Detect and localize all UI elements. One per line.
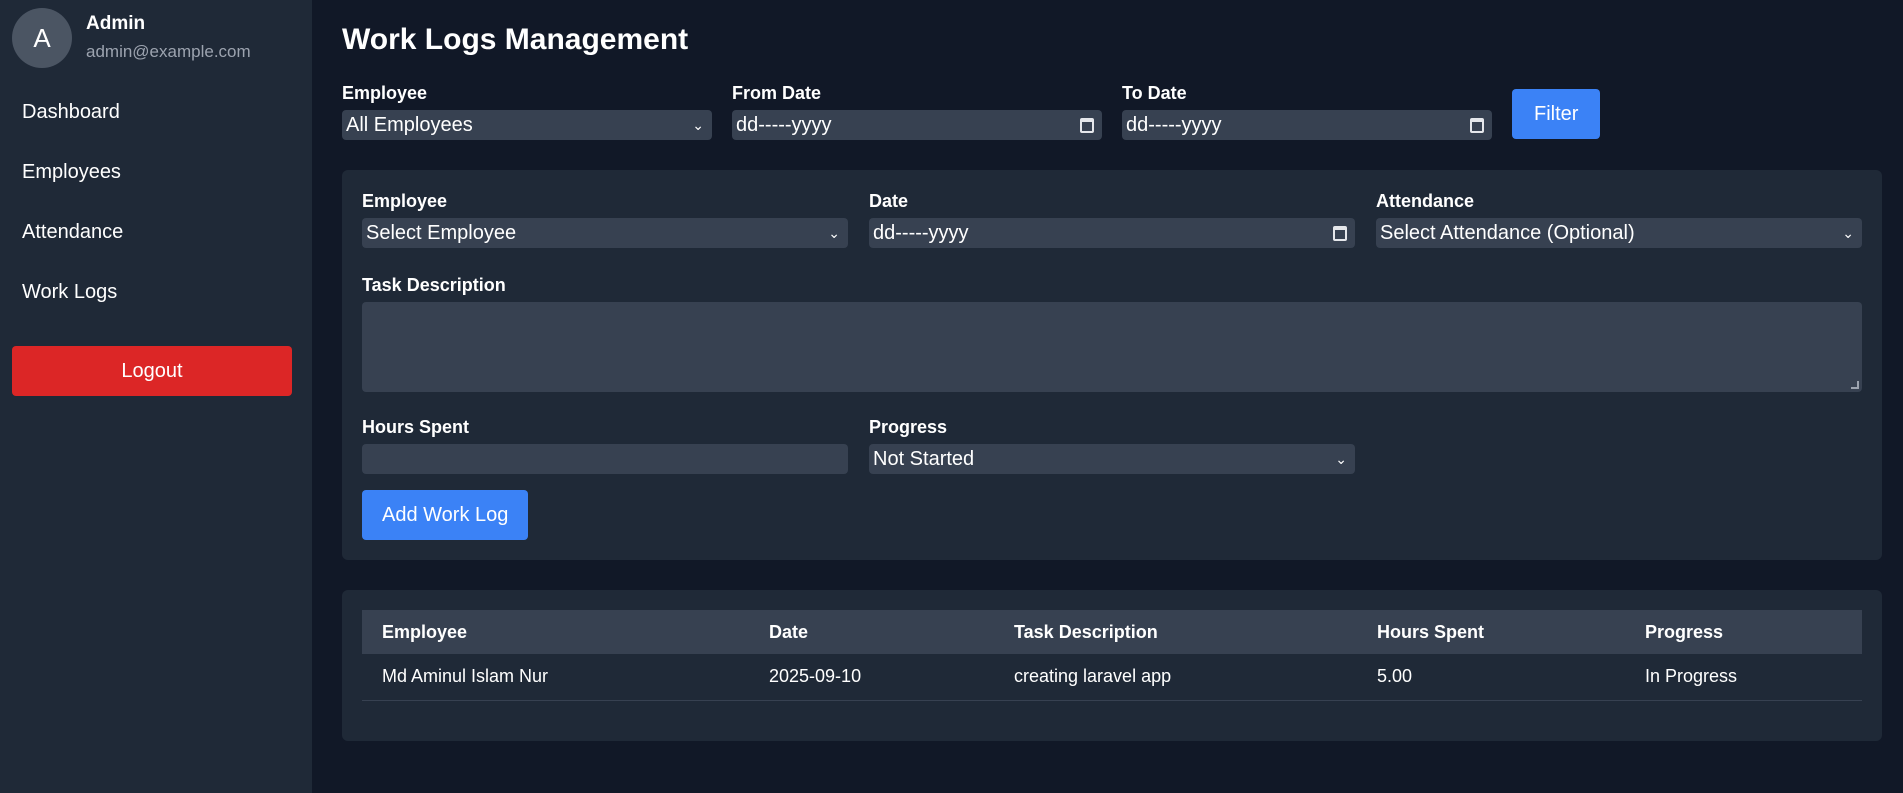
chevron-down-icon: ⌄ bbox=[692, 116, 704, 133]
sidebar: A Admin admin@example.com Dashboard Empl… bbox=[0, 0, 312, 793]
form-date-group: Date dd-----yyyy bbox=[869, 190, 1355, 248]
form-attendance-value: Select Attendance (Optional) bbox=[1380, 221, 1635, 244]
profile-name: Admin bbox=[86, 13, 146, 34]
form-progress-group: Progress Not Started ⌄ bbox=[869, 416, 1355, 474]
main-content: Work Logs Management Employee All Employ… bbox=[312, 0, 1903, 793]
cell-hours: 5.00 bbox=[1357, 654, 1625, 701]
hours-spent-label: Hours Spent bbox=[362, 417, 470, 437]
form-date-input[interactable]: dd-----yyyy bbox=[869, 218, 1355, 248]
work-logs-table: Employee Date Task Description Hours Spe… bbox=[362, 610, 1862, 701]
form-date-value: dd-----yyyy bbox=[873, 221, 969, 244]
filter-employee-select[interactable]: All Employees ⌄ bbox=[342, 110, 712, 140]
avatar: A bbox=[12, 8, 72, 68]
chevron-down-icon: ⌄ bbox=[1842, 224, 1854, 241]
form-employee-select[interactable]: Select Employee ⌄ bbox=[362, 218, 848, 248]
form-date-label: Date bbox=[869, 191, 909, 211]
column-header-hours: Hours Spent bbox=[1377, 621, 1485, 642]
form-employee-label: Employee bbox=[362, 191, 448, 211]
filter-employee-label: Employee bbox=[342, 83, 428, 103]
filter-to-label: To Date bbox=[1122, 83, 1187, 103]
filter-from-date-input[interactable]: dd-----yyyy bbox=[732, 110, 1102, 140]
form-row-top: Employee Select Employee ⌄ Date dd-----y… bbox=[362, 190, 1862, 248]
progress-value: Not Started bbox=[873, 447, 975, 470]
form-hours-group: Hours Spent bbox=[362, 416, 848, 474]
calendar-icon[interactable] bbox=[1470, 117, 1484, 133]
sidebar-item-employees[interactable]: Employees bbox=[12, 142, 300, 202]
resize-handle-icon[interactable] bbox=[1851, 381, 1859, 389]
form-attendance-select[interactable]: Select Attendance (Optional) ⌄ bbox=[1376, 218, 1862, 248]
filter-to-date-input[interactable]: dd-----yyyy bbox=[1122, 110, 1492, 140]
task-description-group: Task Description bbox=[362, 274, 1862, 392]
cell-date: 2025-09-10 bbox=[749, 654, 994, 701]
progress-label: Progress bbox=[869, 417, 948, 437]
form-employee-group: Employee Select Employee ⌄ bbox=[362, 190, 848, 248]
page-title: Work Logs Management bbox=[342, 23, 689, 56]
task-description-label: Task Description bbox=[362, 275, 506, 295]
form-row-bottom: Hours Spent Progress Not Started ⌄ bbox=[362, 416, 1862, 474]
hours-spent-input[interactable] bbox=[362, 444, 848, 474]
filter-from-value: dd-----yyyy bbox=[736, 113, 832, 136]
column-header-task: Task Description bbox=[1014, 621, 1158, 642]
calendar-icon[interactable] bbox=[1080, 117, 1094, 133]
sidebar-item-attendance[interactable]: Attendance bbox=[12, 202, 300, 262]
filter-from-label: From Date bbox=[732, 83, 822, 103]
form-attendance-group: Attendance Select Attendance (Optional) … bbox=[1376, 190, 1862, 248]
chevron-down-icon: ⌄ bbox=[828, 224, 840, 241]
sidebar-item-dashboard[interactable]: Dashboard bbox=[12, 82, 300, 142]
form-attendance-label: Attendance bbox=[1376, 191, 1475, 211]
column-header-date: Date bbox=[769, 621, 809, 642]
filter-from-group: From Date dd-----yyyy bbox=[732, 82, 1102, 140]
filter-to-group: To Date dd-----yyyy bbox=[1122, 82, 1492, 140]
filter-bar: Employee All Employees ⌄ From Date dd---… bbox=[342, 82, 1882, 140]
sidebar-item-work-logs[interactable]: Work Logs bbox=[12, 262, 300, 322]
filter-button[interactable]: Filter bbox=[1512, 89, 1601, 139]
cell-task: creating laravel app bbox=[994, 654, 1357, 701]
app-root: A Admin admin@example.com Dashboard Empl… bbox=[0, 0, 1903, 793]
logout-button[interactable]: Logout bbox=[12, 346, 292, 396]
profile-text: Admin admin@example.com bbox=[86, 12, 251, 64]
form-employee-value: Select Employee bbox=[366, 221, 517, 244]
profile-email: admin@example.com bbox=[86, 42, 251, 61]
progress-select[interactable]: Not Started ⌄ bbox=[869, 444, 1355, 474]
cell-progress: In Progress bbox=[1625, 654, 1862, 701]
add-work-log-button[interactable]: Add Work Log bbox=[362, 490, 529, 540]
table-header-row: Employee Date Task Description Hours Spe… bbox=[362, 610, 1862, 654]
work-logs-table-card: Employee Date Task Description Hours Spe… bbox=[342, 590, 1882, 741]
sidebar-nav: Dashboard Employees Attendance Work Logs bbox=[12, 82, 300, 322]
work-log-form: Employee Select Employee ⌄ Date dd-----y… bbox=[342, 170, 1882, 560]
task-description-textarea[interactable] bbox=[362, 302, 1862, 392]
filter-employee-group: Employee All Employees ⌄ bbox=[342, 82, 712, 140]
filter-employee-value: All Employees bbox=[346, 113, 473, 136]
user-profile: A Admin admin@example.com bbox=[12, 8, 300, 68]
filter-to-value: dd-----yyyy bbox=[1126, 113, 1222, 136]
column-header-progress: Progress bbox=[1645, 621, 1724, 642]
cell-employee: Md Aminul Islam Nur bbox=[362, 654, 749, 701]
chevron-down-icon: ⌄ bbox=[1335, 450, 1347, 467]
table-row: Md Aminul Islam Nur 2025-09-10 creating … bbox=[362, 654, 1862, 701]
column-header-employee: Employee bbox=[382, 621, 468, 642]
calendar-icon[interactable] bbox=[1333, 225, 1347, 241]
